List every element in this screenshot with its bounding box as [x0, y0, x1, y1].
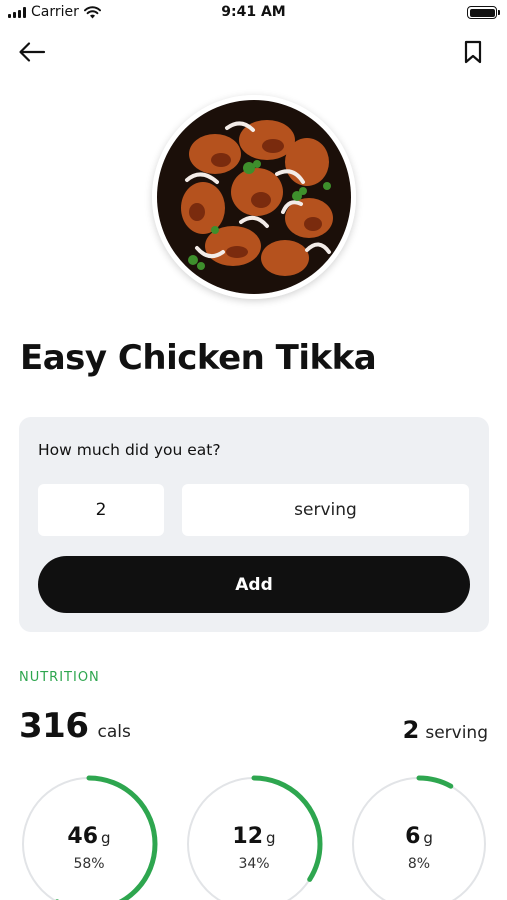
unit-select-value: serving [294, 500, 357, 520]
macro-1-amount: 46 [67, 824, 99, 849]
macro-ring-1: 46 g 58% [19, 774, 159, 900]
status-time: 9:41 AM [221, 4, 286, 20]
servings-unit: serving [425, 723, 488, 743]
macro-3-percent: 8% [407, 856, 431, 872]
arrow-left-icon [19, 42, 46, 62]
macro-2-amount: 12 [232, 824, 264, 849]
recipe-photo [152, 95, 356, 299]
battery-icon [467, 6, 500, 19]
macro-2-percent: 34% [238, 856, 270, 872]
servings-summary: 2 serving [403, 716, 488, 744]
calories-unit: cals [97, 722, 131, 742]
macro-1-unit: g [101, 829, 111, 847]
macro-ring-3: 6g 8% [349, 774, 489, 900]
add-button-label: Add [235, 574, 273, 595]
macro-ring-2: 12 g 34% [184, 774, 324, 900]
chicken-tikka-image [157, 100, 351, 294]
unit-select[interactable]: serving [182, 484, 469, 536]
macro-2-unit: g [266, 829, 276, 847]
log-card: How much did you eat? serving Add [19, 417, 489, 632]
nutrition-section-label: NUTRITION [19, 670, 100, 685]
macro-3-unit: g [423, 829, 433, 847]
portion-question: How much did you eat? [38, 441, 221, 459]
servings-value: 2 [402, 716, 420, 744]
recipe-title: Easy Chicken Tikka [20, 338, 377, 378]
bookmark-button[interactable] [455, 34, 491, 70]
calories-value: 316 [19, 706, 89, 746]
calories-summary: 316 cals [19, 706, 131, 746]
status-bar: Carrier 9:41 AM [0, 0, 507, 28]
back-button[interactable] [14, 34, 50, 70]
macro-3-amount: 6 [405, 824, 421, 849]
bookmark-icon [464, 40, 482, 64]
add-button[interactable]: Add [38, 556, 470, 613]
macro-1-percent: 58% [73, 856, 105, 872]
quantity-input[interactable] [38, 484, 164, 536]
